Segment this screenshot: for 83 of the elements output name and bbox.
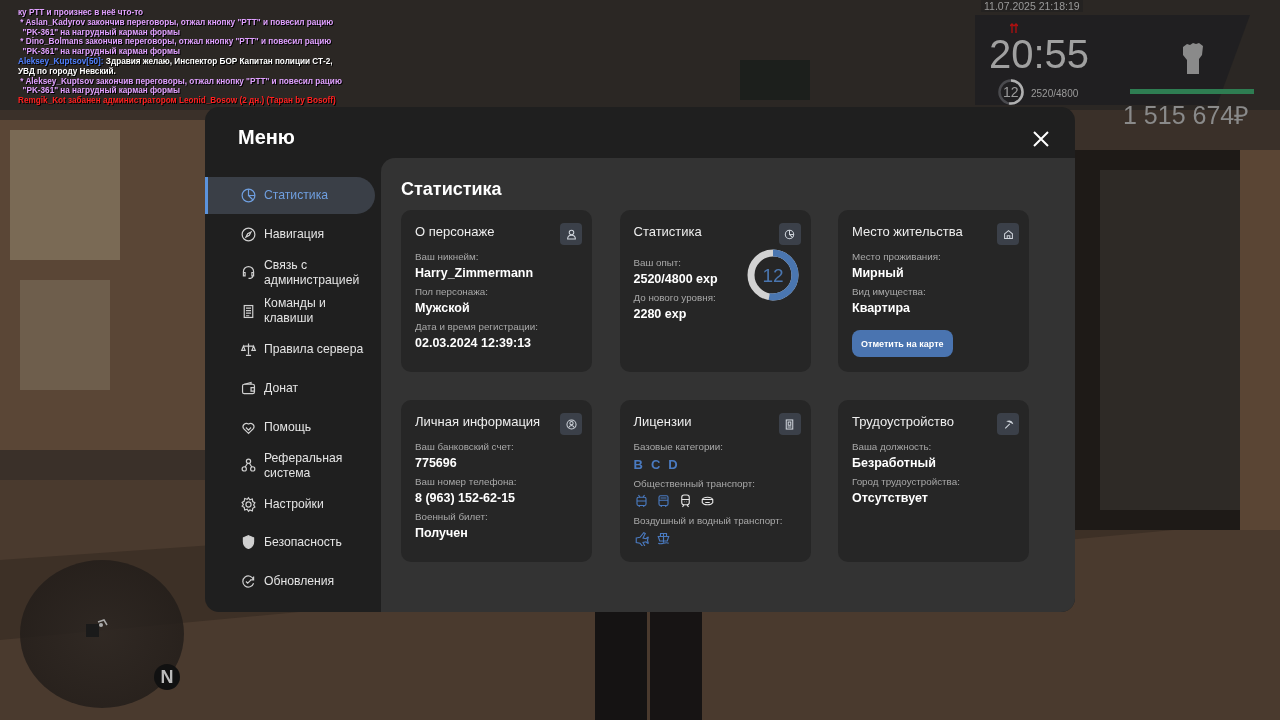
headset-icon	[240, 264, 257, 282]
chat-line: "PK-361" на нагрудный карман формы	[21, 27, 181, 37]
field-value: Мужской	[415, 301, 471, 315]
shield-icon	[240, 534, 257, 552]
field-label: Воздушный и водный транспорт:	[633, 515, 784, 526]
chat-line: "PK-361" на нагрудный карман формы	[21, 86, 180, 96]
show-on-map-button[interactable]: Отметить на карте	[852, 330, 953, 357]
field-label: Базовые категории:	[633, 441, 724, 452]
field-value: Harry_Zimmermann	[415, 266, 535, 280]
chat-line: "PK-361" на нагрудный карман формы	[21, 47, 181, 57]
network-icon	[240, 457, 257, 475]
pie-chart-icon	[240, 187, 257, 204]
chat-line: * Aleksey_Kuptsov закончив переговоры, отжал кнопку "PTT" и повесил рацию	[19, 76, 342, 87]
chat-line: УВД по городу Невский.	[18, 66, 117, 77]
field-label: Общественный транспорт:	[633, 478, 756, 489]
sidebar-item[interactable]: Безопасность	[205, 524, 375, 562]
chat-line: Remgik_Kot забанен администратором Leonid_Bosow (2 дн.) (Таран by Bosoff)	[18, 96, 337, 106]
card-title: Личная информация	[415, 414, 541, 429]
license-category: B	[633, 457, 643, 472]
field-value: 2280 exp	[633, 307, 688, 321]
gear-icon	[240, 495, 257, 513]
page-title: Статистика	[401, 178, 503, 200]
license-category: C	[650, 457, 661, 472]
card-title: Трудоустройство	[852, 414, 954, 429]
compass-icon	[240, 225, 257, 243]
field-value: Получен	[415, 526, 469, 540]
card-title: Статистика	[633, 224, 702, 239]
money-amount: 1 515 674₽	[1123, 100, 1250, 131]
field-value: 8 (963) 152-62-15	[415, 491, 517, 505]
field-value: 2520/4800 exp	[633, 272, 718, 286]
field-label: Город трудоустройства:	[852, 476, 961, 487]
sidebar-item[interactable]: Помощь	[205, 408, 375, 446]
level-number: 12	[761, 265, 784, 286]
clock-time: 20:55	[989, 34, 1090, 74]
wallet-icon	[240, 379, 257, 397]
xp-ring	[998, 79, 1024, 105]
sidebar-item[interactable]: Навигация	[205, 215, 375, 253]
player-marker-icon	[86, 618, 108, 638]
date-time: 11.07.2025 21:18:19	[981, 0, 1083, 12]
field-label: Вид имущества:	[852, 286, 927, 297]
document-icon	[783, 417, 796, 431]
level-number: 12	[1003, 84, 1019, 100]
xp-counter: 2520/4800	[1031, 88, 1079, 99]
field-label: Ваша должность:	[852, 441, 933, 452]
sidebar-item[interactable]: Донат	[205, 369, 375, 407]
field-label: Военный билет:	[415, 511, 489, 522]
field-value: Отсутствует	[852, 491, 929, 505]
field-label: Место проживания:	[852, 251, 942, 262]
field-label: До нового уровня:	[633, 292, 717, 303]
field-value: 02.03.2024 12:39:13	[415, 336, 533, 350]
field-label: Ваш номер телефона:	[415, 476, 518, 487]
field-value: Мирный	[852, 266, 905, 280]
chat-line: * Dino_Bolmans закончив переговоры, отжал кнопку "PTT" и повесил рацию	[19, 37, 333, 48]
sidebar-item[interactable]: Статистика	[205, 177, 375, 214]
pie-chart-icon	[783, 227, 796, 241]
sidebar-item[interactable]: Реферальная система	[205, 447, 375, 485]
signal-icon	[1010, 23, 1018, 33]
close-button[interactable]	[1031, 128, 1051, 149]
card-title: О персонаже	[415, 224, 495, 239]
sidebar-item[interactable]: Связь с администрацией	[205, 254, 375, 292]
sidebar-item[interactable]: Настройки	[205, 485, 375, 523]
field-label: Дата и время регистрации:	[415, 321, 539, 332]
field-label: Пол персонажа:	[415, 286, 489, 297]
level-ring	[747, 249, 798, 301]
field-label: Ваш банковский счет:	[415, 441, 515, 452]
field-value: Квартира	[852, 301, 911, 315]
sidebar-item[interactable]: Команды и клавиши	[205, 292, 375, 330]
chat-line: Aleksey_Kuptsov[50]: Здравия желаю, Инспектор БОР Капитан полиции СТ-2,	[18, 57, 334, 67]
field-label: Ваш никнейм:	[415, 251, 480, 262]
chat-line: ку РТТ и произнес в неё что-то	[18, 8, 145, 18]
card-title: Лицензии	[633, 414, 692, 429]
field-label: Ваш опыт:	[633, 257, 683, 268]
card-title: Место жительства	[852, 224, 963, 239]
field-value: Безработный	[852, 456, 937, 470]
field-value: 775696	[415, 456, 458, 470]
license-category: D	[668, 457, 678, 472]
sidebar-item[interactable]: Правила сервера	[205, 331, 375, 369]
refresh-icon	[240, 572, 257, 590]
scales-icon	[240, 341, 257, 359]
chat-line: * Aslan_Kadyrov закончив переговоры, отжал кнопку "PTT" и повесил рацию	[19, 17, 335, 28]
menu-title: Меню	[238, 126, 295, 149]
close-icon	[1031, 128, 1051, 149]
sidebar-item[interactable]: Обновления	[205, 562, 375, 600]
